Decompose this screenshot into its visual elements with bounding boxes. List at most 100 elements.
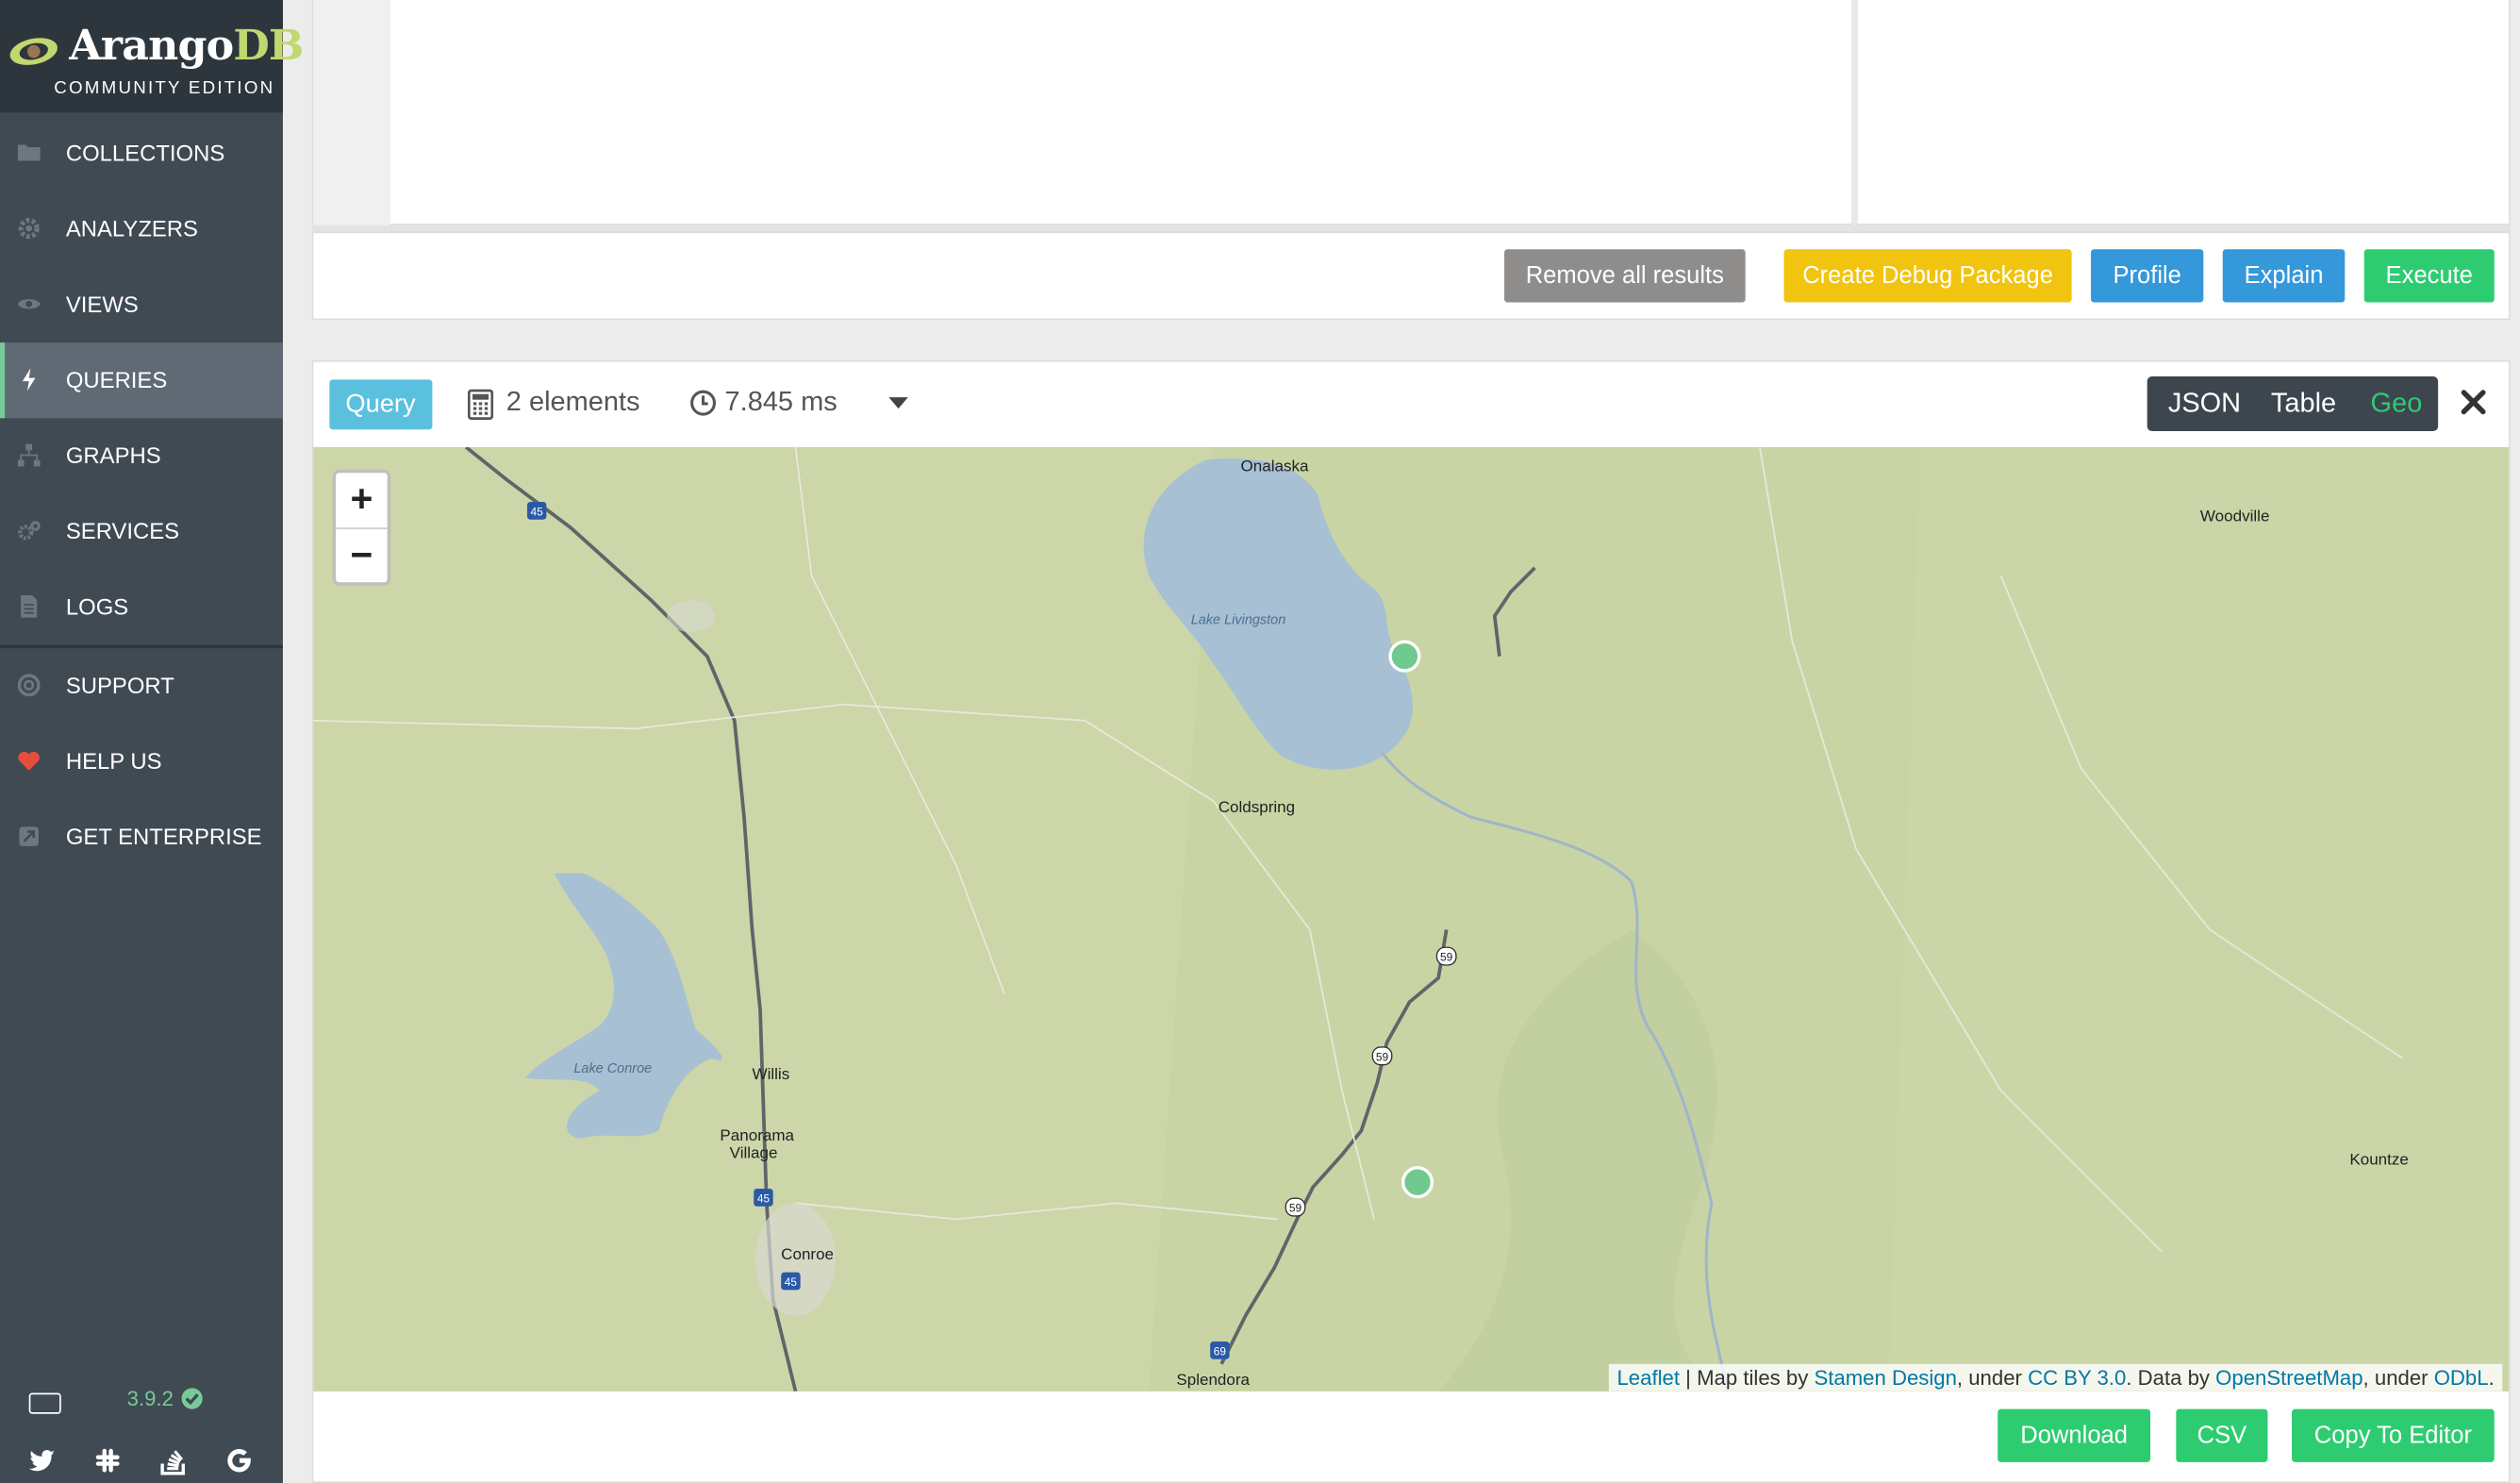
shield-us59-a: 59 (1435, 946, 1457, 966)
sidebar-item-label: GET ENTERPRISE (65, 823, 262, 850)
geo-marker[interactable] (1401, 1166, 1434, 1199)
support-icon (17, 674, 41, 697)
sidebar-item-logs[interactable]: LOGS (0, 570, 283, 645)
map-label-splendora: Splendora (1176, 1371, 1250, 1389)
sidebar-item-label: GRAPHS (65, 442, 161, 469)
zoom-in-button[interactable]: + (336, 473, 388, 529)
sidebar-item-label: SUPPORT (65, 672, 174, 698)
copy-to-editor-button[interactable]: Copy To Editor (2292, 1408, 2495, 1462)
stamen-link[interactable]: Stamen Design (1814, 1366, 1956, 1391)
sidebar-item-get-enterprise[interactable]: GET ENTERPRISE (0, 799, 283, 875)
svg-text:59: 59 (1440, 951, 1453, 964)
sidebar-item-label: COLLECTIONS (65, 140, 225, 166)
execute-button[interactable]: Execute (2363, 249, 2495, 303)
result-count: 2 elements (506, 386, 640, 417)
enterprise-icon (19, 826, 39, 846)
chevron-down-icon[interactable] (888, 397, 908, 409)
svg-text:69: 69 (1214, 1344, 1227, 1358)
sidebar-item-label: QUERIES (65, 366, 168, 393)
heart-icon (18, 751, 40, 771)
bolt-icon (22, 368, 36, 392)
sitemap-icon (17, 443, 41, 467)
brand-name: ArangoDB (69, 22, 304, 72)
sidebar-item-support[interactable]: SUPPORT (0, 648, 283, 724)
eye-icon (17, 299, 41, 309)
keyboard-icon[interactable] (28, 1392, 61, 1414)
view-table-button[interactable]: Table (2271, 376, 2336, 431)
query-actions-bar: Remove all results Create Debug Package … (311, 231, 2511, 321)
explain-button[interactable]: Explain (2222, 249, 2346, 303)
ccby-link[interactable]: CC BY 3.0 (2028, 1366, 2126, 1391)
map-label-village: Village (730, 1144, 778, 1162)
sidebar-item-views[interactable]: VIEWS (0, 267, 283, 342)
view-json-button[interactable]: JSON (2168, 376, 2241, 431)
svg-text:59: 59 (1376, 1050, 1389, 1063)
editor-gutter (313, 0, 391, 225)
sidebar-item-label: HELP US (65, 747, 162, 775)
map-label-onalaska: Onalaska (1241, 458, 1309, 475)
cogs-icon (18, 521, 41, 541)
query-tag-button[interactable]: Query (329, 379, 432, 430)
svg-text:45: 45 (785, 1275, 798, 1289)
svg-text:45: 45 (531, 505, 544, 518)
avocado-logo-icon (9, 38, 58, 65)
slack-icon[interactable] (91, 1444, 124, 1476)
map-label-lake-conroe: Lake Conroe (573, 1061, 652, 1076)
sidebar-item-help-us[interactable]: HELP US (0, 724, 283, 799)
shield-i45-c: 45 (781, 1272, 801, 1291)
query-editor-panel (311, 0, 2511, 225)
view-geo-button[interactable]: Geo (2371, 376, 2423, 431)
execution-time: 7.845 ms (724, 386, 837, 417)
map-label-lake-livingston: Lake Livingston (1191, 613, 1286, 628)
sidebar-item-label: ANALYZERS (65, 215, 198, 242)
sidebar-nav: COLLECTIONS ANALYZERS VIEWS QUERIES GRAP… (0, 116, 283, 875)
remove-all-results-button[interactable]: Remove all results (1504, 249, 1746, 303)
calculator-icon (467, 389, 494, 421)
map-label-conroe: Conroe (781, 1245, 834, 1263)
svg-text:59: 59 (1289, 1202, 1302, 1215)
osm-link[interactable]: OpenStreetMap (2215, 1366, 2362, 1391)
map-attribution: Leaflet | Map tiles by Stamen Design, un… (1608, 1363, 2503, 1391)
result-header: Query 2 elements 7.845 ms JSON Table Geo (313, 362, 2509, 447)
sidebar-item-analyzers[interactable]: ANALYZERS (0, 192, 283, 267)
close-icon[interactable] (2459, 388, 2488, 417)
editor-split-handle[interactable] (1851, 0, 1858, 225)
shield-us59-b: 59 (1371, 1046, 1393, 1066)
check-circle-icon (181, 1388, 203, 1409)
geo-marker[interactable] (1388, 640, 1421, 673)
map-label-willis: Willis (753, 1065, 790, 1083)
geo-map[interactable]: 45 45 45 59 59 59 69 Onalaska Woodville … (313, 446, 2510, 1391)
sidebar-item-graphs[interactable]: GRAPHS (0, 418, 283, 493)
query-editor[interactable] (390, 0, 1851, 225)
map-label-woodville: Woodville (2200, 507, 2270, 525)
result-actions-bar: Download CSV Copy To Editor (313, 1391, 2509, 1481)
sidebar-item-queries[interactable]: QUERIES (0, 342, 283, 419)
leaflet-link[interactable]: Leaflet (1616, 1366, 1680, 1391)
create-debug-package-button[interactable]: Create Debug Package (1783, 249, 2072, 303)
cog-icon (18, 218, 40, 240)
version-label: 3.9.2 (126, 1386, 174, 1411)
shield-i45-b: 45 (754, 1188, 773, 1207)
zoom-out-button[interactable]: − (336, 529, 388, 584)
download-button[interactable]: Download (1998, 1408, 2151, 1462)
shield-i45-a: 45 (526, 501, 547, 520)
brand-logo[interactable]: ArangoDB COMMUNITY EDITION (0, 0, 304, 113)
stackoverflow-icon[interactable] (158, 1444, 190, 1476)
profile-button[interactable]: Profile (2091, 249, 2204, 303)
google-icon[interactable] (224, 1444, 256, 1476)
map-tiles: 45 45 45 59 59 59 69 Onalaska Woodville … (313, 446, 2510, 1391)
bind-parameters-editor[interactable] (1858, 0, 2509, 225)
sidebar-item-services[interactable]: SERVICES (0, 493, 283, 569)
clock-icon (690, 390, 717, 416)
editor-resize-handle[interactable] (311, 225, 2511, 232)
odbl-link[interactable]: ODbL (2434, 1366, 2489, 1391)
sidebar-item-label: LOGS (65, 593, 129, 620)
map-label-kountze: Kountze (2349, 1150, 2408, 1168)
zoom-control: + − (332, 469, 391, 586)
sidebar: ArangoDB COMMUNITY EDITION COLLECTIONS A… (0, 0, 304, 1483)
sidebar-item-label: VIEWS (65, 291, 139, 317)
csv-button[interactable]: CSV (2176, 1408, 2268, 1462)
twitter-icon[interactable] (25, 1444, 58, 1476)
result-view-switcher: JSON Table Geo (2147, 375, 2439, 431)
sidebar-item-collections[interactable]: COLLECTIONS (0, 116, 283, 192)
